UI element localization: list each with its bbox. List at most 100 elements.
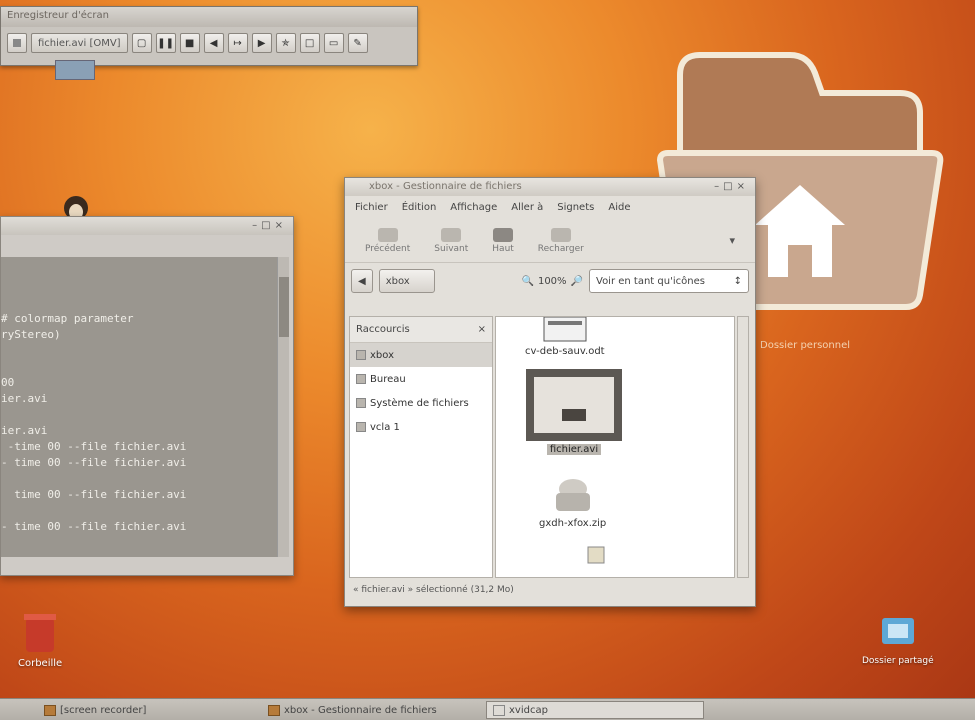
- file-item[interactable]: gxdh-xfox.zip: [536, 475, 609, 529]
- reload-icon: [550, 227, 571, 242]
- menu-edit[interactable]: Édition: [402, 202, 437, 213]
- zoom-level: 100%: [537, 275, 567, 287]
- rewind-icon[interactable]: ◀: [203, 33, 224, 53]
- folder-icon: [356, 374, 366, 384]
- video-thumbnail-icon: [526, 369, 622, 441]
- terminal-line: ryStereo): [1, 328, 61, 341]
- edit-icon[interactable]: ✎: [347, 33, 368, 53]
- close-icon[interactable]: ×: [478, 324, 486, 335]
- location-prev-button[interactable]: ◀: [351, 269, 373, 293]
- sidebar-item-filesystem[interactable]: Système de fichiers: [350, 391, 492, 415]
- sidebar: Raccourcis × xbox Bureau Système de fich…: [349, 316, 493, 578]
- file-item[interactable]: fichier.avi: [526, 369, 622, 455]
- forward-icon: [441, 227, 462, 242]
- sidebar-header[interactable]: Raccourcis ×: [350, 317, 492, 343]
- view-icon[interactable]: □: [299, 33, 320, 53]
- stop-icon[interactable]: ■: [179, 33, 200, 53]
- step-icon[interactable]: ↦: [227, 33, 248, 53]
- terminal-line: time 00 --file fichier.avi: [1, 488, 187, 501]
- sidebar-item-volume[interactable]: vcla 1: [350, 415, 492, 439]
- menu-file[interactable]: Fichier: [355, 202, 388, 213]
- taskbar-item-xvidcap[interactable]: xvidcap: [486, 701, 704, 719]
- fm-menubar: Fichier Édition Affichage Aller à Signet…: [345, 196, 755, 219]
- back-icon: [377, 227, 398, 242]
- terminal-output: # colormap parameter ryStereo) 00 ier.avi …: [1, 257, 279, 557]
- zoom-in-icon[interactable]: 🔎: [571, 276, 583, 287]
- drive-icon: [356, 422, 366, 432]
- zoom-out-icon[interactable]: 🔍: [522, 276, 534, 287]
- window-icon: [493, 704, 505, 716]
- location-bar: ◀ xbox 🔍 100% 🔎 Voir en tant qu'icônes ↕: [345, 263, 755, 299]
- fm-titlebar[interactable]: xbox - Gestionnaire de fichiers –□×: [345, 178, 755, 196]
- terminal-line: -time 00 --file fichier.avi: [1, 440, 187, 453]
- terminal-line: ier.avi: [1, 392, 48, 405]
- terminal-line: ier.avi: [1, 424, 48, 437]
- record-icon[interactable]: [7, 33, 27, 53]
- sidebar-item-desktop[interactable]: Bureau: [350, 367, 492, 391]
- file-manager-window[interactable]: xbox - Gestionnaire de fichiers –□× Fich…: [344, 177, 756, 607]
- taskbar: [screen recorder] xbox - Gestionnaire de…: [0, 698, 975, 720]
- recorder-window[interactable]: Enregistreur d'écran fichier.avi [OMV] ▢…: [0, 6, 418, 66]
- app-icon: [44, 704, 56, 716]
- scroll-thumb[interactable]: [279, 277, 289, 337]
- pause-icon[interactable]: ❚❚: [155, 33, 176, 53]
- file-item[interactable]: [586, 545, 606, 565]
- forward-button[interactable]: Suivant: [434, 227, 468, 254]
- back-button[interactable]: Précédent: [365, 227, 410, 254]
- forward-icon[interactable]: ▶: [251, 33, 272, 53]
- network-folder-icon: [881, 618, 914, 644]
- location-folder-button[interactable]: xbox: [378, 269, 435, 293]
- file-view: cv-deb-sauv.odt fichier.avi gxdh-xfox.zi…: [495, 316, 735, 578]
- folder-icon: [268, 704, 280, 716]
- recorder-title: Enregistreur d'écran: [1, 7, 417, 27]
- sidebar-item-home[interactable]: xbox: [350, 343, 492, 367]
- frame-icon[interactable]: ▢: [131, 33, 152, 53]
- window-controls-icon[interactable]: –□×: [714, 181, 749, 192]
- drive-icon: [356, 398, 366, 408]
- file-name-field[interactable]: fichier.avi [OMV]: [31, 33, 128, 53]
- fm-title: xbox - Gestionnaire de fichiers: [369, 181, 522, 192]
- view-mode-select[interactable]: Voir en tant qu'icônes ↕: [589, 269, 749, 293]
- document-icon: [543, 317, 587, 342]
- menu-view[interactable]: Affichage: [450, 202, 497, 213]
- settings-icon[interactable]: ✯: [275, 33, 296, 53]
- package-icon: [587, 546, 605, 564]
- menu-bookmarks[interactable]: Signets: [557, 202, 594, 213]
- terminal-line: # colormap parameter: [1, 312, 134, 325]
- menu-go[interactable]: Aller à: [511, 202, 543, 213]
- terminal-scrollbar[interactable]: [277, 257, 289, 557]
- up-icon: [493, 227, 514, 242]
- select-arrows-icon: ↕: [733, 275, 742, 287]
- trash-desktop-icon[interactable]: Corbeille: [18, 610, 62, 669]
- terminal-titlebar[interactable]: –□×: [1, 217, 293, 235]
- terminal-line: - time 00 --file fichier.avi: [1, 520, 187, 533]
- up-button[interactable]: Haut: [492, 227, 514, 254]
- fm-toolbar: Précédent Suivant Haut Recharger ▾: [345, 219, 755, 263]
- terminal-line: 00: [1, 376, 15, 389]
- folder-icon: [356, 350, 366, 360]
- terminal-window[interactable]: –□× # colormap parameter ryStereo) 00 ier.…: [0, 216, 294, 576]
- status-bar: « fichier.avi » sélectionné (31,2 Mo): [353, 585, 514, 595]
- archive-icon: [555, 479, 590, 511]
- taskbar-item-file-manager[interactable]: xbox - Gestionnaire de fichiers: [262, 701, 472, 719]
- file-item[interactable]: cv-deb-sauv.odt: [522, 317, 608, 357]
- desktop-thumbnail-icon[interactable]: [55, 60, 95, 80]
- reload-button[interactable]: Recharger: [538, 227, 584, 254]
- network-desktop-icon[interactable]: Dossier partagé: [862, 612, 934, 666]
- trash-icon: [24, 614, 57, 652]
- zoom-control[interactable]: 🔍 100% 🔎: [522, 276, 584, 287]
- file-view-scrollbar[interactable]: [737, 316, 749, 578]
- window-controls-icon[interactable]: –□×: [252, 220, 287, 231]
- menu-help[interactable]: Aide: [608, 202, 630, 213]
- toolbar-overflow-icon[interactable]: ▾: [729, 234, 735, 247]
- taskbar-item-recorder[interactable]: [screen recorder]: [38, 701, 228, 719]
- monitor-icon[interactable]: ▭: [323, 33, 344, 53]
- home-folder-caption: Dossier personnel: [760, 340, 851, 351]
